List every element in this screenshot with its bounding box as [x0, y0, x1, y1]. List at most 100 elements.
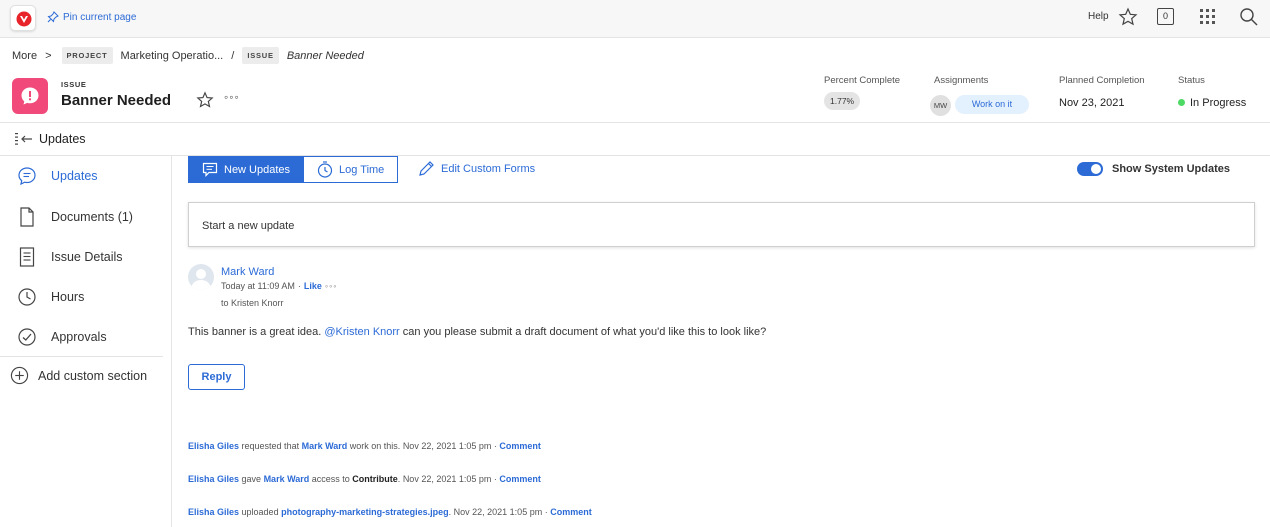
- update-author-link[interactable]: Mark Ward: [221, 266, 274, 278]
- message-text: This banner is a great idea.: [188, 326, 325, 338]
- search-icon[interactable]: [1239, 7, 1259, 27]
- left-nav: Updates Documents (1) Issue Details Hour…: [0, 156, 172, 527]
- default-avatar-icon: [191, 269, 211, 290]
- notifications-counter[interactable]: 0: [1157, 8, 1174, 25]
- like-link[interactable]: Like: [304, 281, 322, 291]
- work-on-it-button[interactable]: Work on it: [955, 95, 1029, 114]
- system-date: Nov 22, 2021 1:05 pm: [402, 441, 492, 451]
- planned-completion-value[interactable]: Nov 23, 2021: [1059, 97, 1124, 109]
- assignee-avatar[interactable]: MW: [930, 95, 951, 116]
- mention-link[interactable]: @Kristen Knorr: [324, 326, 399, 338]
- update-time: Today at 11:09 AM: [221, 281, 295, 291]
- pin-label: Pin current page: [63, 11, 137, 23]
- update-tabs: New Updates Log Time: [188, 156, 399, 183]
- system-text: access to: [309, 474, 353, 484]
- more-options-icon[interactable]: ◦◦◦: [224, 90, 240, 104]
- project-tag: PROJECT: [61, 47, 113, 64]
- show-system-updates-toggle[interactable]: [1077, 162, 1103, 176]
- section-header: Updates: [14, 132, 86, 146]
- issue-object-icon: [12, 78, 48, 114]
- clock-icon: [16, 287, 38, 307]
- chat-bubble-icon: [16, 166, 38, 186]
- comment-link[interactable]: Comment: [499, 474, 541, 484]
- percent-complete-label: Percent Complete: [824, 75, 901, 86]
- pencil-icon: [419, 161, 434, 176]
- app-logo[interactable]: [10, 5, 36, 31]
- meta-dot: ·: [297, 281, 301, 291]
- breadcrumb-separator: >: [45, 49, 52, 62]
- workfront-logo-icon: [16, 11, 32, 27]
- update-message: This banner is a great idea. @Kristen Kn…: [188, 326, 766, 338]
- tab-label: Log Time: [339, 163, 385, 176]
- comment-link[interactable]: Comment: [550, 507, 592, 517]
- section-title: Updates: [39, 132, 86, 146]
- add-section-label: Add custom section: [38, 368, 148, 383]
- system-text: work on this.: [347, 441, 401, 451]
- reply-button[interactable]: Reply: [188, 364, 245, 390]
- show-system-updates-label: Show System Updates: [1112, 163, 1230, 175]
- target-link[interactable]: Mark Ward: [302, 441, 348, 451]
- stopwatch-icon: [317, 161, 333, 178]
- favorite-star-icon[interactable]: [196, 91, 214, 109]
- plus-circle-icon: [10, 366, 29, 385]
- update-more-icon[interactable]: ◦◦◦: [325, 281, 338, 291]
- actor-link[interactable]: Elisha Giles: [188, 474, 239, 484]
- favorites-star-icon[interactable]: [1118, 7, 1138, 27]
- collapse-panel-icon[interactable]: [14, 132, 34, 146]
- percent-complete-value[interactable]: 1.77%: [824, 92, 861, 110]
- actor-link[interactable]: Elisha Giles: [188, 507, 239, 517]
- nav-item-approvals[interactable]: Approvals: [0, 322, 162, 352]
- status-dot-icon: [1178, 99, 1185, 106]
- tab-log-time[interactable]: Log Time: [304, 156, 399, 183]
- actor-link[interactable]: Elisha Giles: [188, 441, 239, 451]
- system-text: .: [448, 507, 452, 517]
- comment-link[interactable]: Comment: [499, 441, 541, 451]
- status-label: Status: [1178, 75, 1205, 86]
- nav-label: Issue Details: [51, 250, 123, 264]
- toggle-knob: [1091, 164, 1101, 174]
- help-link[interactable]: Help: [1088, 11, 1109, 22]
- status-text: In Progress: [1190, 97, 1247, 109]
- nav-item-updates[interactable]: Updates: [0, 161, 162, 191]
- nav-label: Approvals: [51, 330, 107, 344]
- system-text: .: [397, 474, 401, 484]
- new-update-input[interactable]: Start a new update: [188, 202, 1255, 247]
- check-circle-icon: [16, 327, 38, 347]
- tab-new-updates[interactable]: New Updates: [188, 156, 305, 183]
- header-divider: [0, 122, 1270, 123]
- system-update-item: Elisha Giles uploaded photography-market…: [188, 507, 592, 517]
- breadcrumb-current: Banner Needed: [286, 49, 364, 62]
- system-text: requested that: [239, 441, 302, 451]
- issue-tag: ISSUE: [242, 47, 279, 64]
- nav-item-issue-details[interactable]: Issue Details: [0, 242, 162, 272]
- tab-label: New Updates: [224, 163, 291, 176]
- comment-icon: [202, 162, 218, 177]
- system-date: Nov 22, 2021 1:05 pm: [402, 474, 492, 484]
- nav-item-hours[interactable]: Hours: [0, 282, 162, 312]
- page-title: Banner Needed: [61, 92, 172, 109]
- target-link[interactable]: Mark Ward: [264, 474, 310, 484]
- meta-dot: ·: [493, 474, 497, 484]
- details-icon: [16, 247, 38, 267]
- pin-icon: [47, 11, 59, 23]
- meta-dot: ·: [493, 441, 497, 451]
- system-date: Nov 22, 2021 1:05 pm: [453, 507, 543, 517]
- file-link[interactable]: photography-marketing-strategies.jpeg: [281, 507, 449, 517]
- top-bar: Pin current page Help 0: [0, 0, 1270, 38]
- nav-item-documents[interactable]: Documents (1): [0, 202, 162, 232]
- system-update-item: Elisha Giles requested that Mark Ward wo…: [188, 441, 541, 451]
- status-value[interactable]: In Progress: [1178, 97, 1246, 109]
- percent-pill: 1.77%: [824, 92, 861, 110]
- system-text: uploaded: [239, 507, 282, 517]
- edit-custom-forms-link[interactable]: Edit Custom Forms: [418, 160, 535, 177]
- assignments-label: Assignments: [934, 75, 989, 86]
- breadcrumb-project-link[interactable]: Marketing Operatio...: [121, 50, 224, 62]
- access-level: Contribute: [352, 474, 398, 484]
- pin-current-page-link[interactable]: Pin current page: [47, 11, 136, 23]
- user-avatar[interactable]: [188, 264, 214, 290]
- breadcrumb-more[interactable]: More: [12, 50, 37, 62]
- app-grid-icon[interactable]: [1199, 8, 1217, 26]
- add-custom-section-button[interactable]: Add custom section: [10, 366, 147, 385]
- update-meta: Today at 11:09 AM · Like ◦◦◦: [221, 281, 337, 291]
- nav-label: Hours: [51, 290, 85, 304]
